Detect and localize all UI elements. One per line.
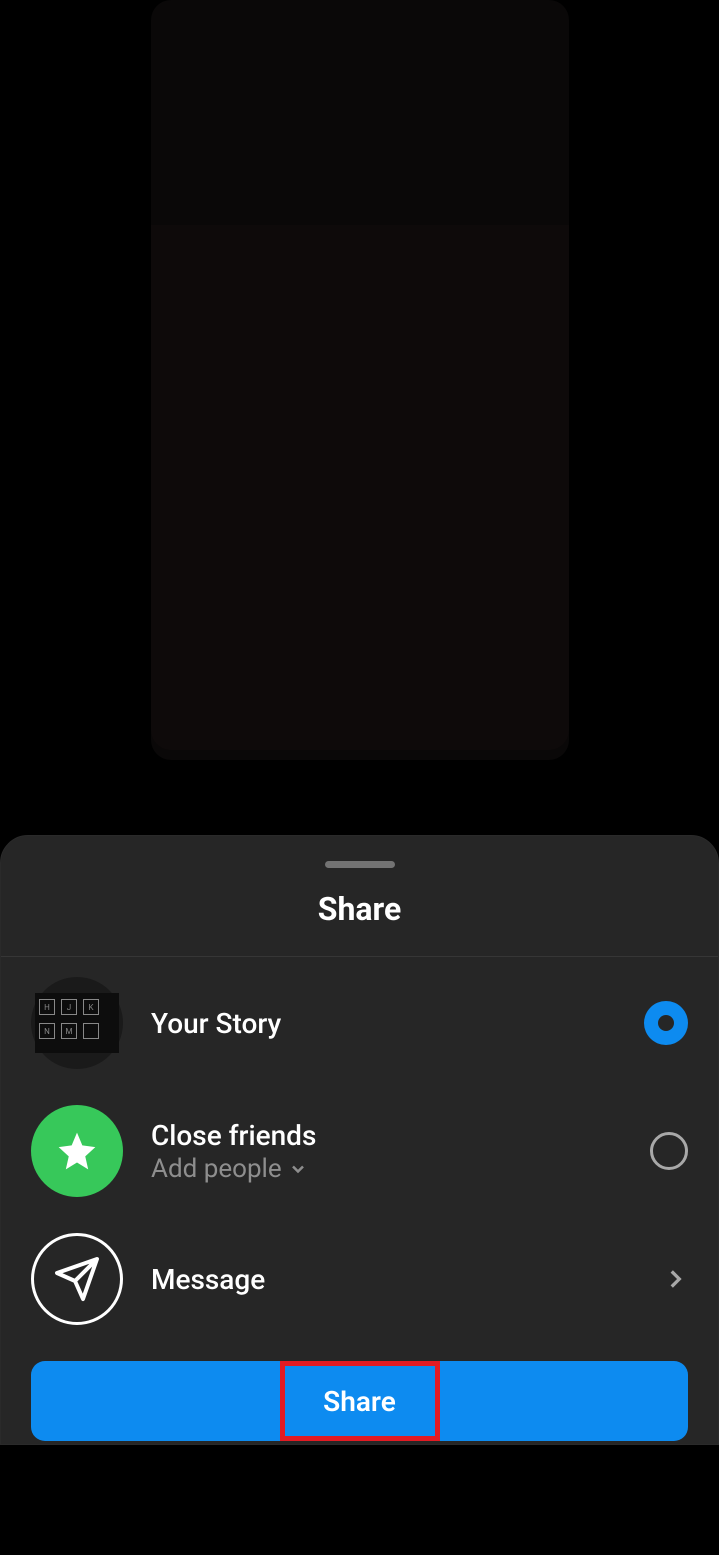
story-preview-area [0,0,719,835]
chevron-right-icon [662,1266,688,1292]
story-preview-thumbnail[interactable] [151,0,569,760]
radio-unselected-icon[interactable] [650,1132,688,1170]
close-friends-icon [31,1105,123,1197]
sheet-drag-handle[interactable] [325,861,395,868]
share-bottom-sheet: Share H J K N M Your Story Close friend [0,835,719,1445]
share-option-close-friends[interactable]: Close friends Add people [1,1087,718,1215]
message-icon-circle [31,1233,123,1325]
send-icon [53,1255,101,1303]
share-option-your-story[interactable]: H J K N M Your Story [1,957,718,1087]
radio-selected-icon[interactable] [644,1001,688,1045]
option-label-close-friends: Close friends [151,1119,622,1152]
option-label-your-story: Your Story [151,1007,616,1040]
option-label-message: Message [151,1263,634,1296]
share-option-message[interactable]: Message [1,1215,718,1343]
share-button[interactable]: Share [31,1361,688,1441]
sheet-title: Share [1,890,718,957]
your-story-avatar: H J K N M [31,977,123,1069]
chevron-down-icon [288,1159,308,1179]
star-icon [55,1129,99,1173]
option-sublabel-add-people[interactable]: Add people [151,1154,622,1184]
highlight-annotation-box [280,1361,440,1441]
